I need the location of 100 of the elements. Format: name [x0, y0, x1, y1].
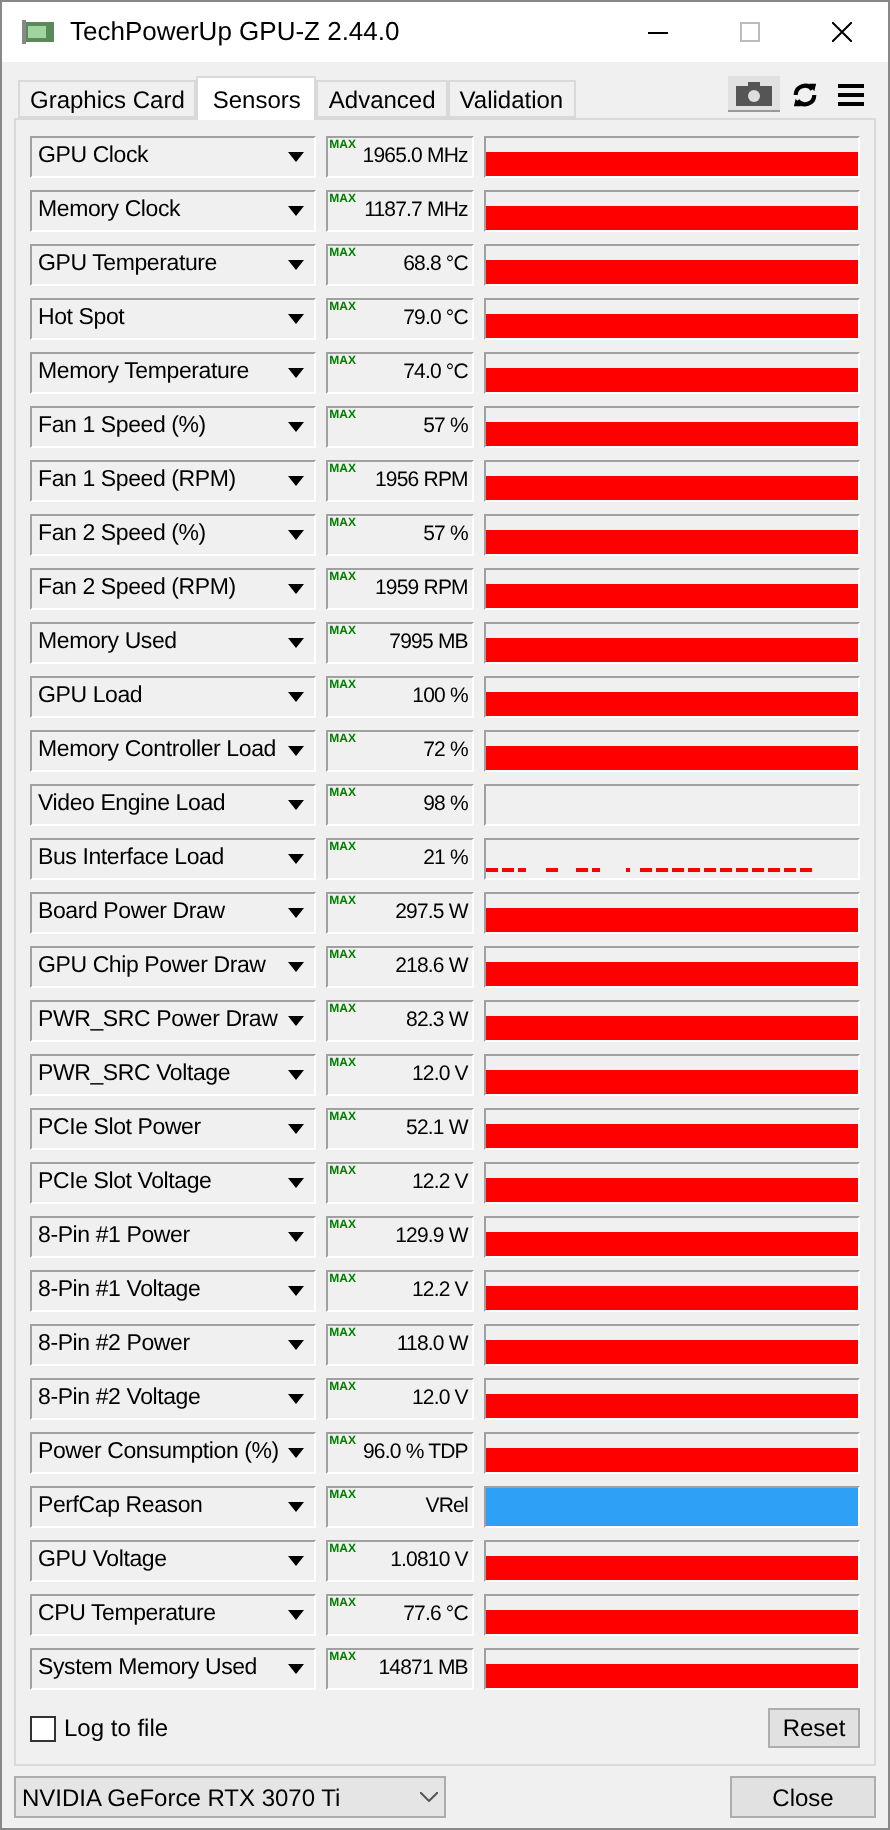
dropdown-arrow-icon — [287, 746, 304, 756]
dropdown-arrow-icon — [287, 1394, 304, 1404]
sensor-value: 1965.0 MHz — [362, 142, 468, 172]
dropdown-arrow-icon — [287, 1340, 304, 1350]
sensor-value: 1956 RPM — [374, 466, 468, 496]
dropdown-arrow-icon — [287, 152, 304, 162]
dropdown-arrow-icon — [287, 422, 304, 432]
dropdown-arrow-icon — [287, 1124, 304, 1134]
graphics-card-icon — [22, 20, 54, 44]
camera-icon[interactable] — [728, 76, 780, 112]
dropdown-arrow-icon — [287, 314, 304, 324]
sensor-value: 129.9 W — [395, 1222, 468, 1252]
sensor-dropdown[interactable]: Memory Used — [30, 622, 316, 664]
sensor-dropdown[interactable]: Memory Clock — [30, 190, 316, 232]
refresh-icon[interactable] — [792, 82, 818, 108]
sensor-value: 12.2 V — [411, 1168, 468, 1198]
dropdown-arrow-icon — [287, 692, 304, 702]
sensor-dropdown[interactable]: CPU Temperature — [30, 1594, 316, 1636]
sensor-value: 118.0 W — [396, 1330, 468, 1360]
sensor-dropdown[interactable]: 8-Pin #2 Voltage — [30, 1378, 316, 1420]
sensor-dropdown[interactable]: PWR_SRC Voltage — [30, 1054, 316, 1096]
sensor-value: 12.0 V — [411, 1384, 468, 1414]
sensor-value: 218.6 W — [395, 952, 468, 982]
dropdown-arrow-icon — [287, 206, 304, 216]
sensor-dropdown[interactable]: GPU Chip Power Draw — [30, 946, 316, 988]
gpu-select[interactable]: NVIDIA GeForce RTX 3070 Ti — [14, 1776, 446, 1818]
menu-icon[interactable] — [838, 84, 864, 106]
dropdown-arrow-icon — [287, 260, 304, 270]
checkbox-label[interactable]: Log to file — [64, 1710, 169, 1746]
sensor-dropdown[interactable]: 8-Pin #2 Power — [30, 1324, 316, 1366]
sensor-dropdown[interactable]: GPU Clock — [30, 136, 316, 178]
sensor-value: 14871 MB — [378, 1654, 468, 1684]
checkbox[interactable] — [30, 1715, 56, 1741]
close-button[interactable]: Close — [730, 1776, 876, 1818]
sensor-value: 1959 RPM — [374, 574, 468, 604]
tab[interactable]: Graphics Card — [18, 80, 197, 118]
minimize-icon[interactable] — [648, 31, 668, 33]
dropdown-arrow-icon — [287, 368, 304, 378]
sensor-value: 57 % — [423, 520, 468, 550]
sensor-dropdown[interactable]: Fan 1 Speed (%) — [30, 406, 316, 448]
sensor-dropdown[interactable]: Board Power Draw — [30, 892, 316, 934]
chevron-down-icon — [420, 1792, 438, 1802]
window-title: TechPowerUp GPU-Z 2.44.0 — [70, 14, 400, 51]
sensor-value: 68.8 °C — [403, 250, 468, 280]
close-icon[interactable] — [832, 22, 852, 42]
sensor-value: 82.3 W — [406, 1006, 468, 1036]
sensor-dropdown[interactable]: PWR_SRC Power Draw — [30, 1000, 316, 1042]
dropdown-arrow-icon — [287, 854, 304, 864]
dropdown-arrow-icon — [287, 1016, 304, 1026]
sensor-value: 96.0 % TDP — [362, 1438, 468, 1468]
sensor-value: 7995 MB — [389, 628, 468, 658]
dropdown-arrow-icon — [287, 1286, 304, 1296]
sensor-value: 98 % — [423, 790, 468, 820]
sensor-dropdown[interactable]: Power Consumption (%) — [30, 1432, 316, 1474]
dropdown-arrow-icon — [287, 1556, 304, 1566]
reset-button[interactable]: Reset — [768, 1708, 860, 1748]
sensor-dropdown[interactable]: PCIe Slot Power — [30, 1108, 316, 1150]
dropdown-arrow-icon — [287, 1502, 304, 1512]
sensor-dropdown[interactable]: PerfCap Reason — [30, 1486, 316, 1528]
sensor-dropdown[interactable]: Hot Spot — [30, 298, 316, 340]
dropdown-arrow-icon — [287, 962, 304, 972]
sensor-dropdown[interactable]: Fan 2 Speed (%) — [30, 514, 316, 556]
sensor-value: 72 % — [423, 736, 468, 766]
dropdown-arrow-icon — [287, 530, 304, 540]
sensor-dropdown[interactable]: Fan 2 Speed (RPM) — [30, 568, 316, 610]
sensor-value: 74.0 °C — [403, 358, 468, 388]
sensor-dropdown[interactable]: Bus Interface Load — [30, 838, 316, 880]
sensor-dropdown[interactable]: GPU Voltage — [30, 1540, 316, 1582]
dropdown-arrow-icon — [287, 1610, 304, 1620]
tab[interactable]: Advanced — [316, 80, 448, 118]
tab[interactable]: Validation — [447, 80, 576, 118]
sensor-dropdown[interactable]: Memory Temperature — [30, 352, 316, 394]
dropdown-arrow-icon — [287, 1448, 304, 1458]
dropdown-arrow-icon — [287, 584, 304, 594]
sensor-value: 1187.7 MHz — [364, 196, 468, 226]
sensor-value: 12.0 V — [411, 1060, 468, 1090]
sensor-value: 100 % — [412, 682, 468, 712]
dropdown-arrow-icon — [287, 1664, 304, 1674]
sensor-dropdown[interactable]: Video Engine Load — [30, 784, 316, 826]
dropdown-arrow-icon — [287, 908, 304, 918]
dropdown-arrow-icon — [287, 1178, 304, 1188]
sensor-value: 52.1 W — [406, 1114, 468, 1144]
sensor-dropdown[interactable]: GPU Temperature — [30, 244, 316, 286]
sensor-value: 12.2 V — [411, 1276, 468, 1306]
sensor-dropdown[interactable]: 8-Pin #1 Voltage — [30, 1270, 316, 1312]
sensor-value: 1.0810 V — [390, 1546, 468, 1576]
sensor-dropdown[interactable]: GPU Load — [30, 676, 316, 718]
dropdown-arrow-icon — [287, 476, 304, 486]
sensor-dropdown[interactable]: Memory Controller Load — [30, 730, 316, 772]
dropdown-arrow-icon — [287, 638, 304, 648]
dropdown-arrow-icon — [287, 800, 304, 810]
sensor-value: VRel — [425, 1492, 468, 1522]
sensor-dropdown[interactable]: 8-Pin #1 Power — [30, 1216, 316, 1258]
sensor-dropdown[interactable]: System Memory Used — [30, 1648, 316, 1690]
sensor-value: 297.5 W — [395, 898, 468, 928]
sensor-value: 77.6 °C — [403, 1600, 468, 1630]
sensor-dropdown[interactable]: Fan 1 Speed (RPM) — [30, 460, 316, 502]
sensor-dropdown[interactable]: PCIe Slot Voltage — [30, 1162, 316, 1204]
sensor-value: 21 % — [423, 844, 468, 874]
tab[interactable]: Sensors — [196, 76, 317, 120]
